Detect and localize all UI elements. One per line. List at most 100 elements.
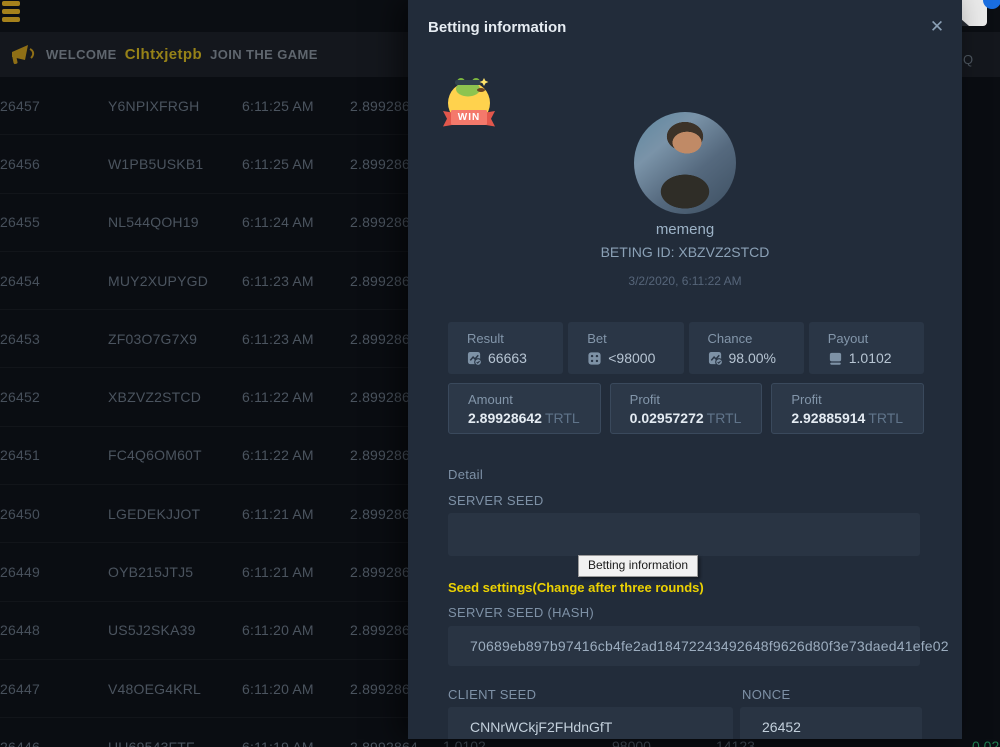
hamburger-menu-icon[interactable] [2, 1, 22, 23]
bet-time-cell: 6:11:20 AM [242, 681, 350, 697]
stat-chance: Chance 98.00% [689, 322, 804, 374]
amount-value: 2.89928642 [468, 410, 542, 426]
client-seed-value: CNNrWCkjF2FHdnGfT [448, 707, 733, 735]
bet-id-cell: 26449 [0, 564, 108, 580]
bet-user-cell: UU69543FTF [108, 739, 242, 747]
bg-profit-cell: 0.0295752 [972, 738, 1000, 747]
table-row[interactable]: 26457Y6NPIXFRGH6:11:25 AM2.8992864 [0, 77, 440, 135]
bet-id-cell: 26451 [0, 447, 108, 463]
amount-label: Amount [468, 392, 600, 407]
bet-id-cell: 26448 [0, 622, 108, 638]
server-seed-field[interactable] [448, 513, 920, 556]
bet-time-cell: 6:11:22 AM [242, 389, 350, 405]
amount-unit: TRTL [542, 410, 580, 426]
server-seed-hash-label: SERVER SEED (HASH) [448, 605, 594, 620]
amounts-row: Amount 2.89928642TRTL Profit 0.02957272T… [448, 383, 924, 434]
bet-id-cell: 26454 [0, 273, 108, 289]
app-screen: WELCOME Clhtxjetpb JOIN THE GAME Q 26457… [0, 0, 1000, 747]
bet-user-cell: US5J2SKA39 [108, 622, 242, 638]
stat-payout: Payout 1.0102 [809, 322, 924, 374]
bet-id-cell: 26456 [0, 156, 108, 172]
modal-title: Betting information [428, 19, 566, 36]
bet-id-cell: 26447 [0, 681, 108, 697]
server-seed-label: SERVER SEED [448, 493, 544, 508]
server-seed-hash-field[interactable]: 70689eb897b97416cb4fe2ad18472243492648f9… [448, 626, 920, 666]
bet-id-cell: 26452 [0, 389, 108, 405]
chance-chart-icon [708, 351, 723, 366]
bg-result-cell: 14123 [716, 738, 755, 747]
total-profit-value: 2.92885914 [791, 410, 865, 426]
client-seed-label: CLIENT SEED [448, 687, 536, 702]
bet-user-cell: V48OEG4KRL [108, 681, 242, 697]
bet-id-cell: 26450 [0, 506, 108, 522]
bet-id-cell: 26446 [0, 739, 108, 747]
table-row[interactable]: 26455NL544QOH196:11:24 AM2.8992864 [0, 194, 440, 252]
table-row[interactable]: 26449OYB215JTJ56:11:21 AM2.8992864 [0, 543, 440, 601]
dice-icon [587, 351, 602, 366]
close-icon[interactable]: ✕ [926, 16, 948, 38]
bet-user-cell: OYB215JTJ5 [108, 564, 242, 580]
nonce-label: NONCE [742, 687, 790, 702]
table-row[interactable]: 26446UU69543FTF6:11:19 AM2.8992864 [0, 718, 440, 747]
table-row[interactable]: 26452XBZVZ2STCD6:11:22 AM2.8992864 [0, 368, 440, 426]
profit-value: 0.02957272 [630, 410, 704, 426]
seed-settings-heading: Seed settings(Change after three rounds) [448, 580, 704, 595]
nonce-field[interactable]: 26452 [740, 707, 922, 739]
welcome-message: WELCOME Clhtxjetpb JOIN THE GAME [46, 46, 318, 63]
table-row[interactable]: 26451FC4Q6OM60T6:11:22 AM2.8992864 [0, 427, 440, 485]
bg-payout-cell: 1.0102 [443, 738, 486, 747]
bet-id-cell: 26455 [0, 214, 108, 230]
stat-payout-value: 1.0102 [849, 350, 892, 366]
nonce-value: 26452 [740, 707, 922, 735]
bet-user-cell: NL544QOH19 [108, 214, 242, 230]
win-badge-label: WIN [440, 112, 498, 123]
client-seed-field[interactable]: CNNrWCkjF2FHdnGfT [448, 707, 733, 739]
stat-bet-value: <98000 [608, 350, 655, 366]
profit-box: Profit 0.02957272TRTL [610, 383, 763, 434]
stat-chance-value: 98.00% [729, 350, 776, 366]
profit-label: Profit [630, 392, 762, 407]
welcome-suffix: JOIN THE GAME [210, 47, 318, 62]
profit-unit: TRTL [704, 410, 742, 426]
bet-time-cell: 6:11:19 AM [242, 739, 350, 747]
table-row[interactable]: 26450LGEDEKJJOT6:11:21 AM2.8992864 [0, 485, 440, 543]
total-profit-box: Profit 2.92885914TRTL [771, 383, 924, 434]
table-row[interactable]: 26447V48OEG4KRL6:11:20 AM2.8992864 [0, 660, 440, 718]
server-seed-hash-value: 70689eb897b97416cb4fe2ad18472243492648f9… [448, 626, 920, 654]
bet-time-cell: 6:11:24 AM [242, 214, 350, 230]
bet-time-cell: 6:11:23 AM [242, 273, 350, 289]
stat-bet-label: Bet [587, 331, 683, 346]
bet-user-cell: XBZVZ2STCD [108, 389, 242, 405]
bet-id-cell: 26453 [0, 331, 108, 347]
welcome-prefix: WELCOME [46, 47, 117, 62]
bet-user-cell: ZF03O7G7X9 [108, 331, 242, 347]
total-profit-label: Profit [791, 392, 923, 407]
stat-bet: Bet <98000 [568, 322, 683, 374]
bet-user-cell: Y6NPIXFRGH [108, 98, 242, 114]
player-name: memeng [408, 221, 962, 238]
bet-time-cell: 6:11:22 AM [242, 447, 350, 463]
bet-user-cell: MUY2XUPYGD [108, 273, 242, 289]
bet-time-cell: 6:11:21 AM [242, 506, 350, 522]
stat-result-value: 66663 [488, 350, 527, 366]
table-row[interactable]: 26456W1PB5USKB16:11:25 AM2.8992864 [0, 135, 440, 193]
result-chart-icon [467, 351, 482, 366]
bet-amount-cell: 2.8992864 [350, 739, 440, 747]
welcome-username: Clhtxjetpb [121, 46, 206, 63]
betting-id: BETING ID: XBZVZ2STCD [408, 244, 962, 260]
table-row[interactable]: 26454MUY2XUPYGD6:11:23 AM2.8992864 [0, 252, 440, 310]
server-seed-value [448, 513, 920, 525]
table-row[interactable]: 26448US5J2SKA396:11:20 AM2.8992864 [0, 602, 440, 660]
bets-table-body: 26457Y6NPIXFRGH6:11:25 AM2.899286426456W… [0, 77, 440, 747]
bet-user-cell: W1PB5USKB1 [108, 156, 242, 172]
total-profit-unit: TRTL [865, 410, 903, 426]
betting-information-modal: Betting information ✕ WIN memeng BETING … [408, 0, 962, 739]
stat-payout-label: Payout [828, 331, 924, 346]
stats-row: Result 66663 Bet [448, 322, 924, 374]
stat-chance-label: Chance [708, 331, 804, 346]
bet-time-cell: 6:11:25 AM [242, 156, 350, 172]
table-row[interactable]: 26453ZF03O7G7X96:11:23 AM2.8992864 [0, 310, 440, 368]
avatar[interactable] [634, 112, 736, 214]
bg-bet-cell: 98000 [612, 738, 651, 747]
bet-id-cell: 26457 [0, 98, 108, 114]
